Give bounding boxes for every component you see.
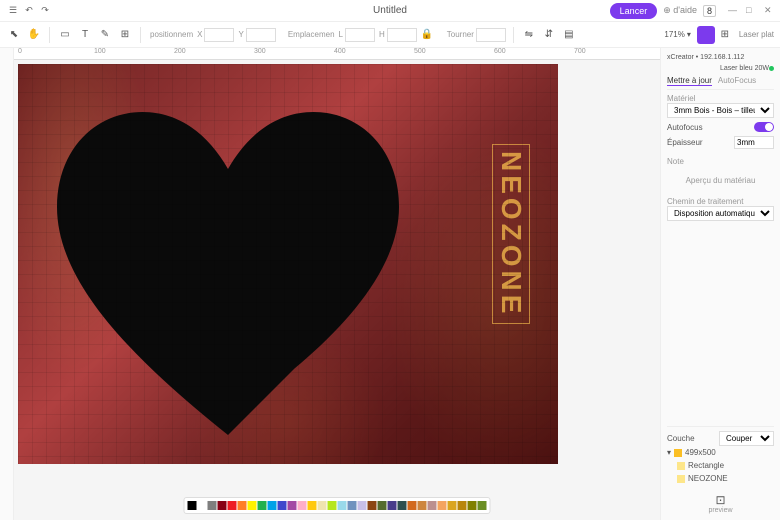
- color-swatch[interactable]: [478, 501, 487, 510]
- autofocus-label: Autofocus: [667, 123, 703, 132]
- mode-toggle[interactable]: [697, 26, 715, 44]
- ruler-horizontal: 0 100 200 300 400 500 600 700: [14, 48, 660, 60]
- color-swatch[interactable]: [468, 501, 477, 510]
- notification-badge[interactable]: 8: [703, 5, 716, 17]
- color-swatch[interactable]: [368, 501, 377, 510]
- help-link[interactable]: ⊕ d'aide: [663, 5, 697, 16]
- color-swatch[interactable]: [278, 501, 287, 510]
- heart-shape: [38, 74, 418, 454]
- layer-item[interactable]: Rectangle: [667, 459, 774, 472]
- color-swatch[interactable]: [448, 501, 457, 510]
- color-swatch[interactable]: [438, 501, 447, 510]
- preview-label: preview: [667, 507, 774, 514]
- chevron-down-icon[interactable]: ▾: [687, 30, 691, 39]
- color-swatch[interactable]: [318, 501, 327, 510]
- color-swatch[interactable]: [218, 501, 227, 510]
- color-swatch[interactable]: [348, 501, 357, 510]
- laser-status: Laser bleu 20W: [720, 65, 769, 72]
- material-preview[interactable]: Aperçu du matériau: [667, 176, 774, 185]
- flip-h-icon[interactable]: ⇋: [521, 27, 537, 43]
- color-swatch[interactable]: [288, 501, 297, 510]
- color-swatch[interactable]: [418, 501, 427, 510]
- layer-item[interactable]: NEOZONE: [667, 472, 774, 485]
- rotate-input[interactable]: [476, 28, 506, 42]
- color-swatch[interactable]: [328, 501, 337, 510]
- image-icon[interactable]: ⊞: [117, 27, 133, 43]
- color-swatch[interactable]: [228, 501, 237, 510]
- spacing-label: Emplacemen: [288, 30, 335, 39]
- h-input[interactable]: [387, 28, 417, 42]
- color-swatch[interactable]: [428, 501, 437, 510]
- color-swatch[interactable]: [248, 501, 257, 510]
- launch-button[interactable]: Lancer: [610, 3, 658, 19]
- layer-mode-select[interactable]: Couper: [719, 431, 774, 446]
- rotate-label: Tourner: [447, 30, 474, 39]
- color-swatch[interactable]: [268, 501, 277, 510]
- color-swatch[interactable]: [208, 501, 217, 510]
- device-name: xCreator • 192.168.1.112: [667, 54, 744, 61]
- path-select[interactable]: Disposition automatique: [667, 206, 774, 221]
- note-label: Note: [667, 157, 774, 166]
- vector-icon[interactable]: ✎: [97, 27, 113, 43]
- tab-autofocus[interactable]: AutoFocus: [718, 76, 756, 86]
- y-input[interactable]: [246, 28, 276, 42]
- canvas[interactable]: NEOZONE: [14, 60, 660, 520]
- align-icon[interactable]: ▤: [561, 27, 577, 43]
- color-swatch[interactable]: [258, 501, 267, 510]
- color-swatch[interactable]: [408, 501, 417, 510]
- flip-v-icon[interactable]: ⇵: [541, 27, 557, 43]
- color-swatch[interactable]: [308, 501, 317, 510]
- thickness-input[interactable]: [734, 136, 774, 149]
- material-select[interactable]: 3mm Bois - Bois – tilleul: [667, 103, 774, 118]
- material-label: Matériel: [667, 94, 774, 103]
- text-icon[interactable]: T: [77, 27, 93, 43]
- autofocus-toggle[interactable]: [754, 122, 774, 132]
- status-dot-icon: [769, 66, 774, 71]
- layers-label: Couche: [667, 434, 695, 443]
- color-swatch[interactable]: [358, 501, 367, 510]
- shape-icon[interactable]: ▭: [57, 27, 73, 43]
- neozone-text[interactable]: NEOZONE: [492, 144, 530, 324]
- path-label: Chemin de traitement: [667, 197, 774, 206]
- lock-icon[interactable]: 🔒: [419, 27, 435, 43]
- color-swatch[interactable]: [378, 501, 387, 510]
- color-swatch[interactable]: [188, 501, 197, 510]
- grid-icon[interactable]: ⊞: [717, 27, 733, 43]
- zoom-value[interactable]: 171%: [664, 30, 684, 39]
- minimize-icon[interactable]: —: [728, 5, 738, 16]
- hand-icon[interactable]: ✋: [26, 27, 42, 43]
- maximize-icon[interactable]: □: [746, 5, 756, 16]
- layer-item[interactable]: ▾499x500: [667, 446, 774, 459]
- thickness-label: Épaisseur: [667, 138, 703, 147]
- color-swatch[interactable]: [398, 501, 407, 510]
- color-palette: [184, 497, 491, 514]
- left-toolbar: [0, 48, 14, 520]
- color-swatch[interactable]: [298, 501, 307, 510]
- color-swatch[interactable]: [238, 501, 247, 510]
- preview-icon[interactable]: ⊡: [667, 493, 774, 507]
- color-swatch[interactable]: [388, 501, 397, 510]
- document-title: Untitled: [373, 5, 407, 16]
- color-swatch[interactable]: [458, 501, 467, 510]
- menu-icon[interactable]: ☰: [6, 4, 20, 18]
- laser-mode[interactable]: Laser plat: [739, 30, 774, 39]
- color-swatch[interactable]: [198, 501, 207, 510]
- undo-icon[interactable]: ↶: [22, 4, 36, 18]
- cursor-icon[interactable]: ⬉: [6, 27, 22, 43]
- w-input[interactable]: [345, 28, 375, 42]
- redo-icon[interactable]: ↷: [38, 4, 52, 18]
- close-icon[interactable]: ✕: [764, 5, 774, 16]
- position-label: positionnem: [150, 30, 193, 39]
- color-swatch[interactable]: [338, 501, 347, 510]
- x-input[interactable]: [204, 28, 234, 42]
- artwork-image[interactable]: NEOZONE: [18, 64, 558, 464]
- tab-update[interactable]: Mettre à jour: [667, 76, 712, 86]
